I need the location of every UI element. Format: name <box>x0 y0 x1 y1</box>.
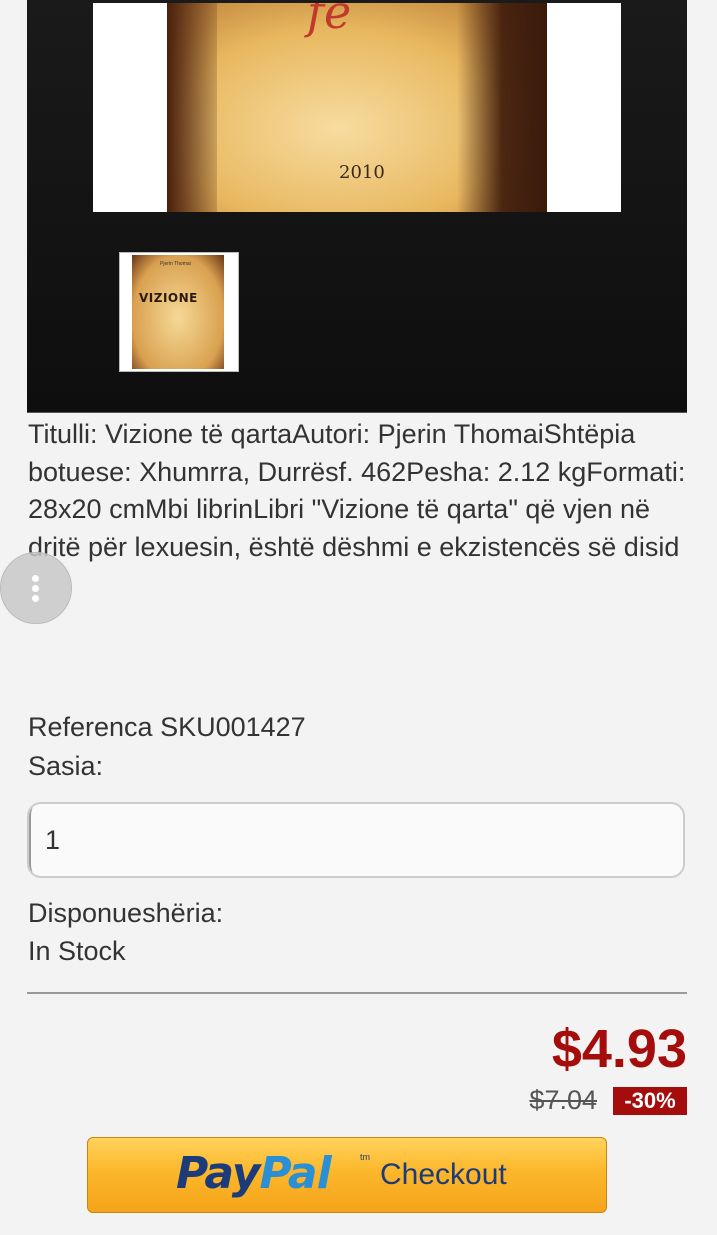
cover-script-text: fe <box>307 3 352 39</box>
old-price: $7.04 <box>529 1085 597 1115</box>
floating-menu-button[interactable] <box>0 552 72 624</box>
main-product-image[interactable]: fe 2010 <box>93 3 621 212</box>
thumbnail-author: Pjerin Thomai <box>160 261 191 267</box>
thumbnail-title: VIZIONE <box>139 291 198 305</box>
current-price: $4.93 <box>551 1019 687 1079</box>
product-image-gallery: fe 2010 Pjerin Thomai VIZIONE <box>27 0 687 413</box>
product-reference: Referenca SKU001427 <box>28 712 306 742</box>
paypal-checkout-button[interactable]: PayPal tm Checkout <box>87 1137 607 1213</box>
gallery-thumbnail[interactable]: Pjerin Thomai VIZIONE <box>119 252 239 372</box>
quantity-input[interactable] <box>27 802 685 878</box>
book-cover-image: fe 2010 <box>167 3 547 212</box>
menu-dot-icon <box>32 585 39 592</box>
thumbnail-cover: Pjerin Thomai VIZIONE <box>132 255 224 369</box>
menu-dot-icon <box>32 595 39 602</box>
discount-badge: -30% <box>613 1087 687 1115</box>
availability-label: Disponueshëria: <box>28 898 224 928</box>
quantity-label: Sasia: <box>28 751 104 781</box>
divider <box>27 992 687 994</box>
paypal-logo: PayPal <box>176 1148 332 1199</box>
product-description: Titulli: Vizione të qartaAutori: Pjerin … <box>28 419 686 562</box>
availability-value: In Stock <box>28 936 126 966</box>
menu-dot-icon <box>32 575 39 582</box>
checkout-label: Checkout <box>380 1158 507 1191</box>
cover-year: 2010 <box>339 162 385 183</box>
paypal-trademark: tm <box>360 1152 370 1162</box>
